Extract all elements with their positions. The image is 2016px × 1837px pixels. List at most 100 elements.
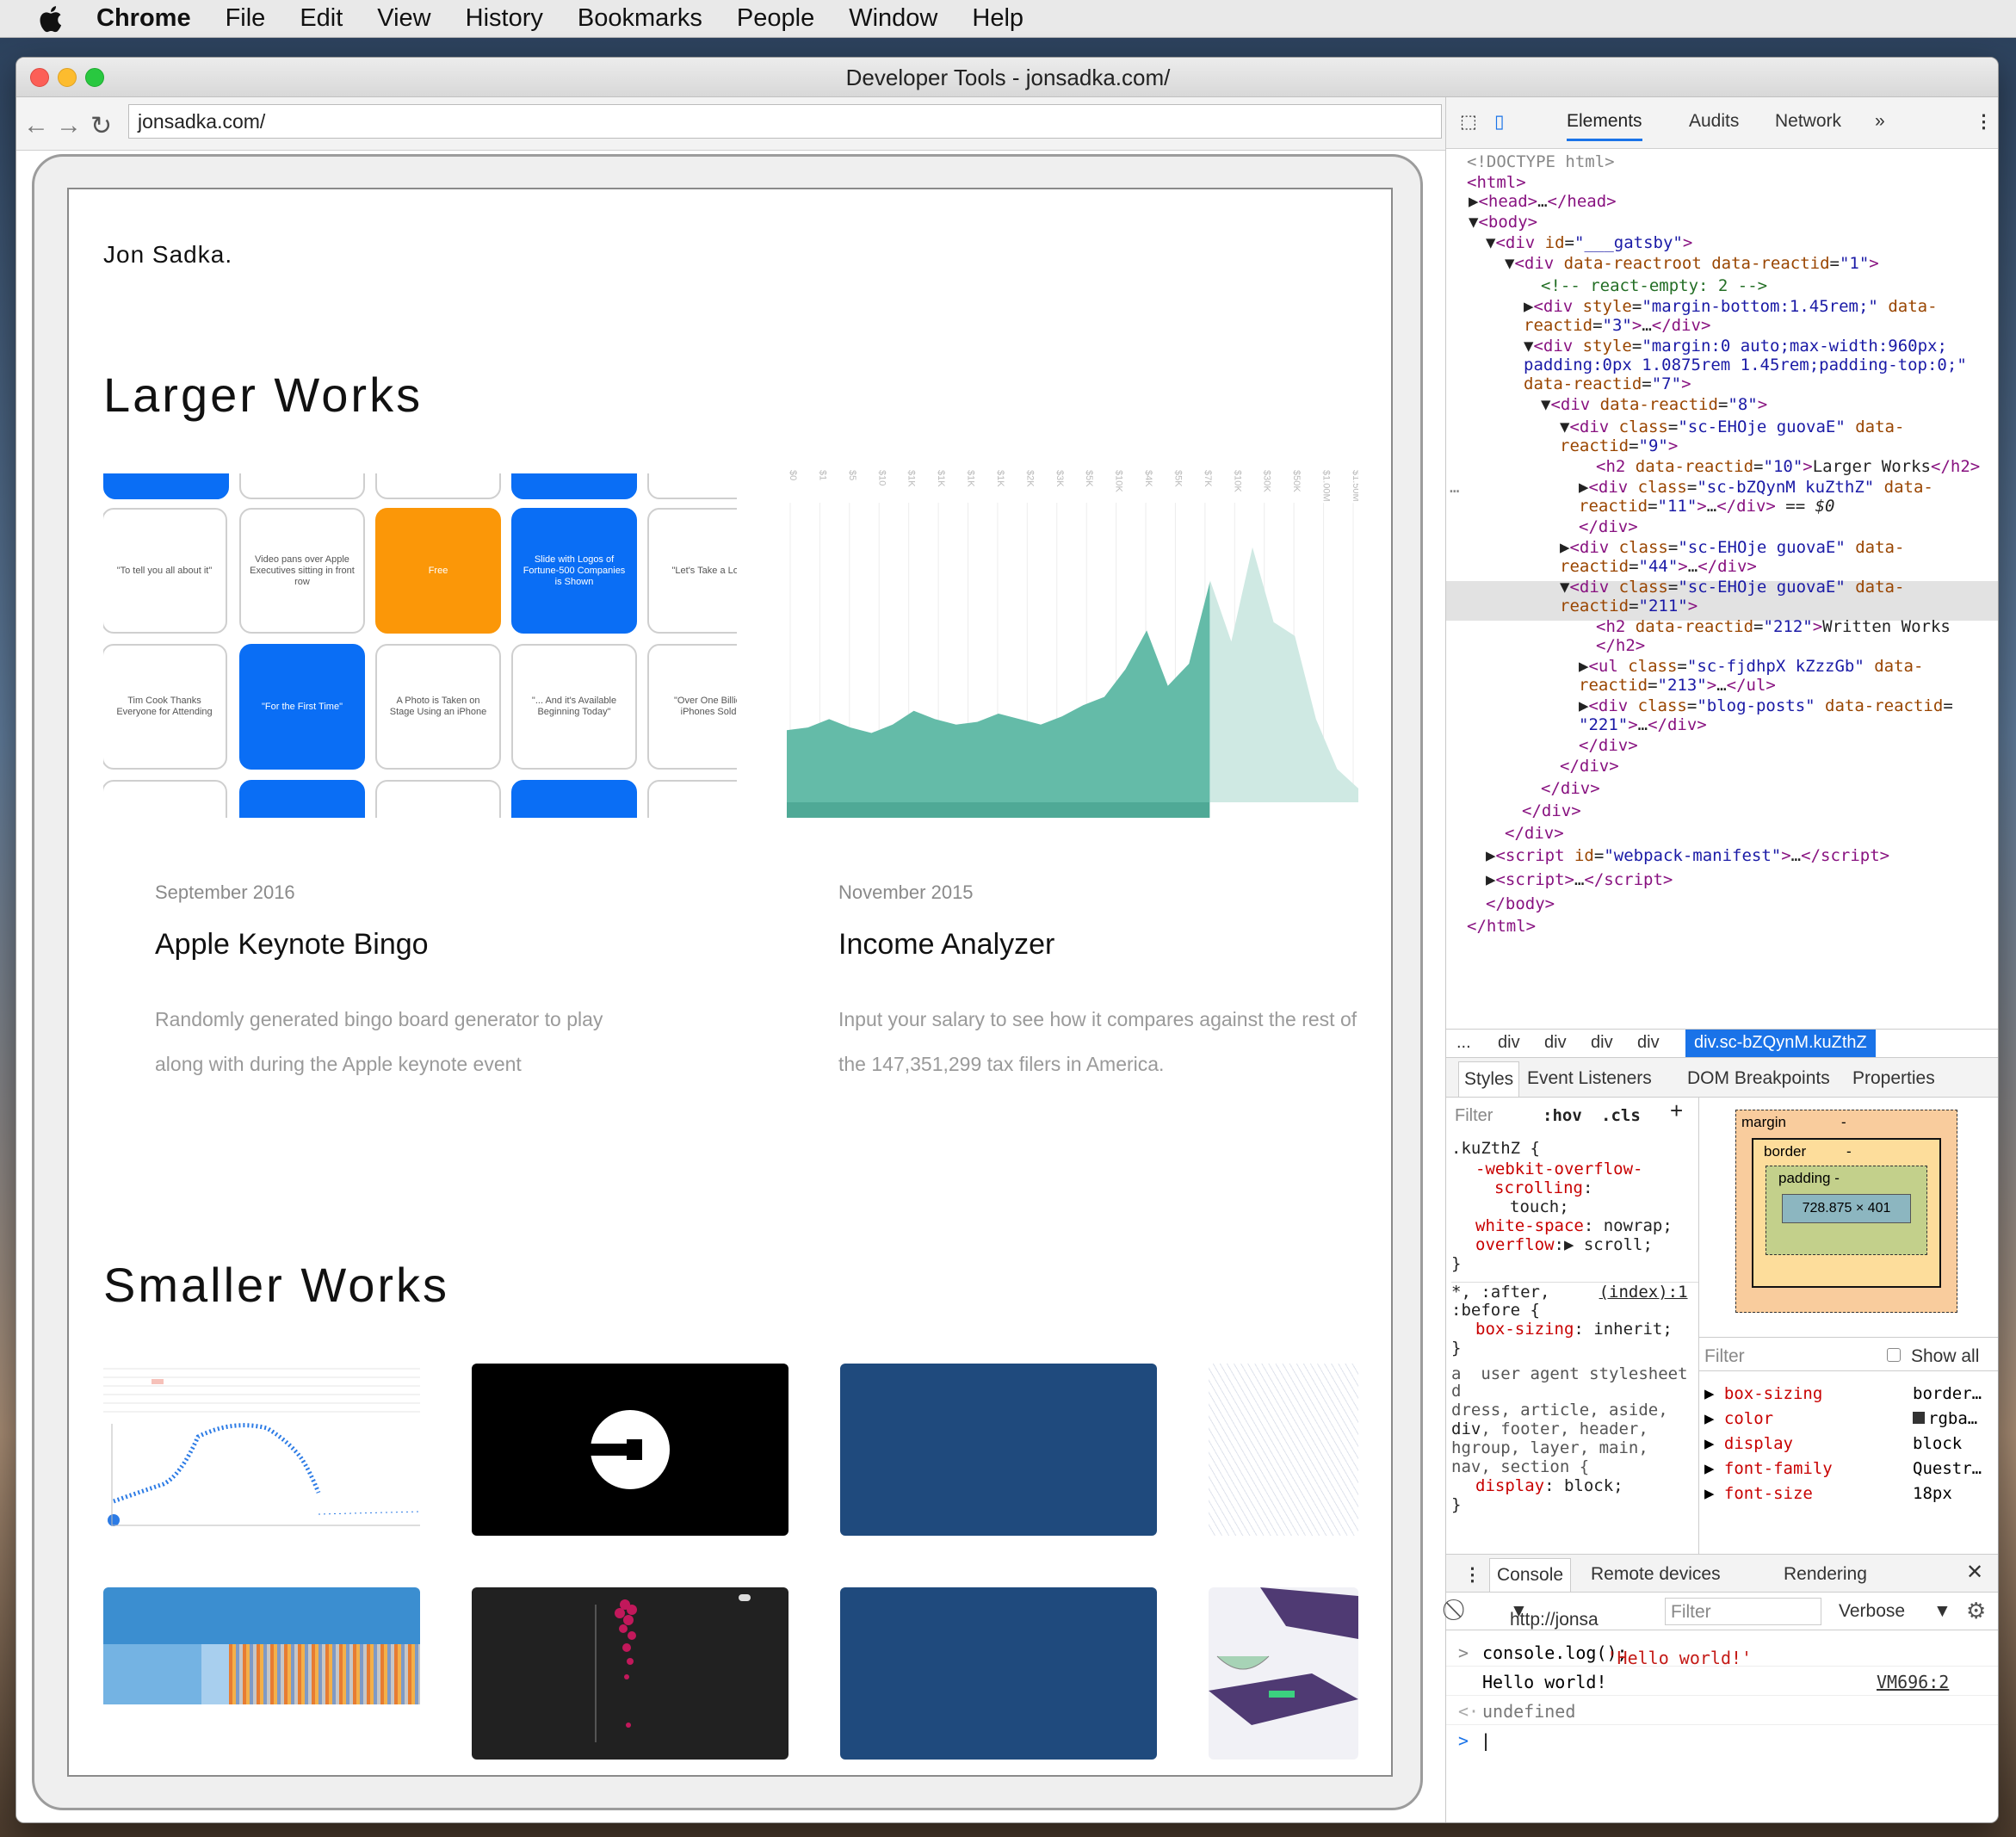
bingo-tile: "For the First Time" xyxy=(239,644,365,770)
thumb-hex-pattern[interactable] xyxy=(1209,1364,1358,1536)
new-rule-icon[interactable]: + xyxy=(1670,1099,1683,1122)
box-model-padding: padding - 728.875 × 401 xyxy=(1766,1166,1927,1255)
drawer-menu-icon[interactable]: ⋮ xyxy=(1463,1564,1481,1586)
thumb-scatter-chart[interactable] xyxy=(103,1364,420,1536)
back-arrow-icon[interactable]: ← xyxy=(23,111,49,140)
breadcrumb-item[interactable]: div xyxy=(1637,1033,1660,1053)
subtab-properties[interactable]: Properties xyxy=(1852,1068,1935,1089)
bingo-thumbnail[interactable]: "To tell you all about it" Video pans ov… xyxy=(103,473,737,818)
computed-row[interactable]: ▶ box-sizing border… xyxy=(1704,1382,1997,1407)
project-title-bingo[interactable]: Apple Keynote Bingo xyxy=(155,928,429,962)
zoom-window-button[interactable] xyxy=(85,68,104,87)
inspect-element-icon[interactable]: ⬚ xyxy=(1460,111,1477,133)
income-thumbnail[interactable]: $0 $1 $5 $10 $1K $1K $1K $1K $2K $3K $5K $10K $4K $5K… xyxy=(787,465,1358,818)
console-input-line: > console.log('Hello world!'); xyxy=(1446,1637,1998,1668)
minimize-window-button[interactable] xyxy=(58,68,77,87)
breadcrumb-item[interactable]: div xyxy=(1544,1033,1567,1053)
hov-toggle[interactable]: :hov xyxy=(1543,1106,1582,1125)
log-level-select[interactable]: Verbose xyxy=(1839,1601,1905,1622)
tab-elements[interactable]: Elements xyxy=(1567,111,1642,141)
apple-icon[interactable] xyxy=(36,4,64,34)
site-brand[interactable]: Jon Sadka. xyxy=(103,241,232,269)
log-level-chevron-down-icon[interactable]: ▼ xyxy=(1933,1601,1951,1622)
thumb-treemap[interactable] xyxy=(103,1587,420,1760)
bingo-tile xyxy=(511,473,637,499)
menu-app-chrome[interactable]: Chrome xyxy=(96,4,191,33)
breadcrumb-item[interactable]: div xyxy=(1498,1033,1520,1053)
income-axis-label: $1K xyxy=(995,470,1005,487)
computed-row[interactable]: ▶ display block xyxy=(1704,1432,1997,1457)
bingo-tile xyxy=(239,473,365,499)
bingo-tile xyxy=(375,473,501,499)
menu-help[interactable]: Help xyxy=(972,4,1023,33)
thumb-dark-dots[interactable] xyxy=(472,1587,788,1760)
income-axis-label: $5K xyxy=(1084,470,1094,487)
more-tabs-icon[interactable]: » xyxy=(1875,111,1885,132)
tab-console[interactable]: Console xyxy=(1489,1558,1572,1592)
breadcrumb-item[interactable]: div xyxy=(1591,1033,1613,1053)
menu-view[interactable]: View xyxy=(377,4,430,33)
reload-icon[interactable]: ↻ xyxy=(90,111,112,141)
subtab-dom-breakpoints[interactable]: DOM Breakpoints xyxy=(1687,1068,1830,1089)
bingo-tile xyxy=(239,780,365,818)
kebab-menu-icon[interactable]: ⋮ xyxy=(1975,111,1993,133)
devtools-panel: ⬚ ▯ Elements Audits Network » ⋮ <!DOCTYP… xyxy=(1445,97,1998,1822)
console-command: console.log('Hello world!'); xyxy=(1482,1642,1753,1668)
box-model-content: 728.875 × 401 xyxy=(1782,1194,1911,1223)
bingo-tile xyxy=(375,780,501,818)
computed-row[interactable]: ▶ font-family Questr… xyxy=(1704,1457,1997,1481)
dom-tree: <!DOCTYPE html> <html> ▶<head>…</head> ▼… xyxy=(1446,149,1998,1029)
subtab-event-listeners[interactable]: Event Listeners xyxy=(1527,1068,1652,1089)
computed-filter-input[interactable]: Filter xyxy=(1704,1346,1745,1367)
console-toolbar: ⃠ http://jonsa ▼ Filter Verbose ▼ ⚙ xyxy=(1446,1593,1998,1630)
device-toolbar-icon[interactable]: ▯ xyxy=(1494,111,1505,133)
tab-remote-devices[interactable]: Remote devices xyxy=(1591,1564,1721,1585)
project-date: September 2016 xyxy=(155,881,295,903)
breadcrumb-item[interactable]: ... xyxy=(1456,1033,1471,1053)
menu-history[interactable]: History xyxy=(466,4,543,33)
close-drawer-icon[interactable]: ✕ xyxy=(1966,1560,1983,1585)
close-window-button[interactable] xyxy=(30,68,49,87)
project-title-income[interactable]: Income Analyzer xyxy=(838,928,1054,962)
color-swatch[interactable] xyxy=(1913,1412,1925,1424)
tab-network[interactable]: Network xyxy=(1775,111,1841,132)
menu-people[interactable]: People xyxy=(737,4,814,33)
gear-icon[interactable]: ⚙ xyxy=(1966,1598,1986,1624)
chrome-window: Developer Tools - jonsadka.com/ ← → ↻ jo… xyxy=(15,57,1999,1823)
cls-toggle[interactable]: .cls xyxy=(1601,1106,1641,1125)
tab-rendering[interactable]: Rendering xyxy=(1784,1564,1867,1585)
thumb-uber[interactable] xyxy=(472,1364,788,1536)
income-axis-label: $0 xyxy=(788,470,798,480)
computed-row[interactable]: ▶ font-size 18px xyxy=(1704,1481,1997,1506)
console-filter-input[interactable]: Filter xyxy=(1665,1598,1821,1625)
computed-row[interactable]: ▶ color rgba… xyxy=(1704,1407,1997,1432)
income-area-chart: $0 $1 $5 $10 $1K $1K $1K $1K $2K $3K $5K $10K $4K $5K… xyxy=(787,470,1358,818)
menu-window[interactable]: Window xyxy=(849,4,937,33)
thumb-blue-pattern[interactable] xyxy=(840,1587,1157,1760)
bingo-tile xyxy=(511,780,637,818)
box-model-margin: margin - border - padding - 728.875 × 40… xyxy=(1735,1110,1957,1313)
styles-filter-input[interactable]: Filter xyxy=(1455,1106,1493,1125)
show-all-checkbox[interactable] xyxy=(1887,1348,1901,1362)
menu-edit[interactable]: Edit xyxy=(300,4,343,33)
styles-pane: Filter :hov .cls + .kuZthZ { -webkit-ove… xyxy=(1446,1098,1699,1554)
console-output: Hello world! xyxy=(1482,1672,1607,1692)
income-axis-label: $4K xyxy=(1143,470,1153,487)
bingo-tile: "... And it's Available Beginning Today" xyxy=(511,644,637,770)
console-source-link[interactable]: VM696:2 xyxy=(1877,1672,1949,1692)
thumb-3d-charts[interactable] xyxy=(1209,1587,1358,1760)
console-prompt[interactable]: > | xyxy=(1446,1725,1998,1754)
income-axis-label: $1 xyxy=(817,470,827,480)
console-context-select[interactable]: http://jonsa ▼ xyxy=(1510,1601,1599,1630)
menu-file[interactable]: File xyxy=(226,4,266,33)
console-drawer: ⋮ Console Remote devices Rendering ✕ ⃠ h… xyxy=(1446,1554,1998,1822)
menu-bookmarks[interactable]: Bookmarks xyxy=(578,4,702,33)
breadcrumb-item-selected[interactable]: div.sc-bZQynM.kuZthZ xyxy=(1685,1030,1876,1057)
address-bar[interactable]: jonsadka.com/ xyxy=(128,104,1442,139)
computed-properties-list: ▶ box-sizing border… ▶ color rgba… ▶ displ… xyxy=(1704,1382,1997,1506)
tab-audits[interactable]: Audits xyxy=(1689,111,1739,132)
thumb-blue-pattern[interactable] xyxy=(840,1364,1157,1536)
subtab-styles[interactable]: Styles xyxy=(1458,1061,1520,1097)
console-return-line: <· undefined xyxy=(1446,1696,1998,1725)
forward-arrow-icon[interactable]: → xyxy=(56,111,82,140)
